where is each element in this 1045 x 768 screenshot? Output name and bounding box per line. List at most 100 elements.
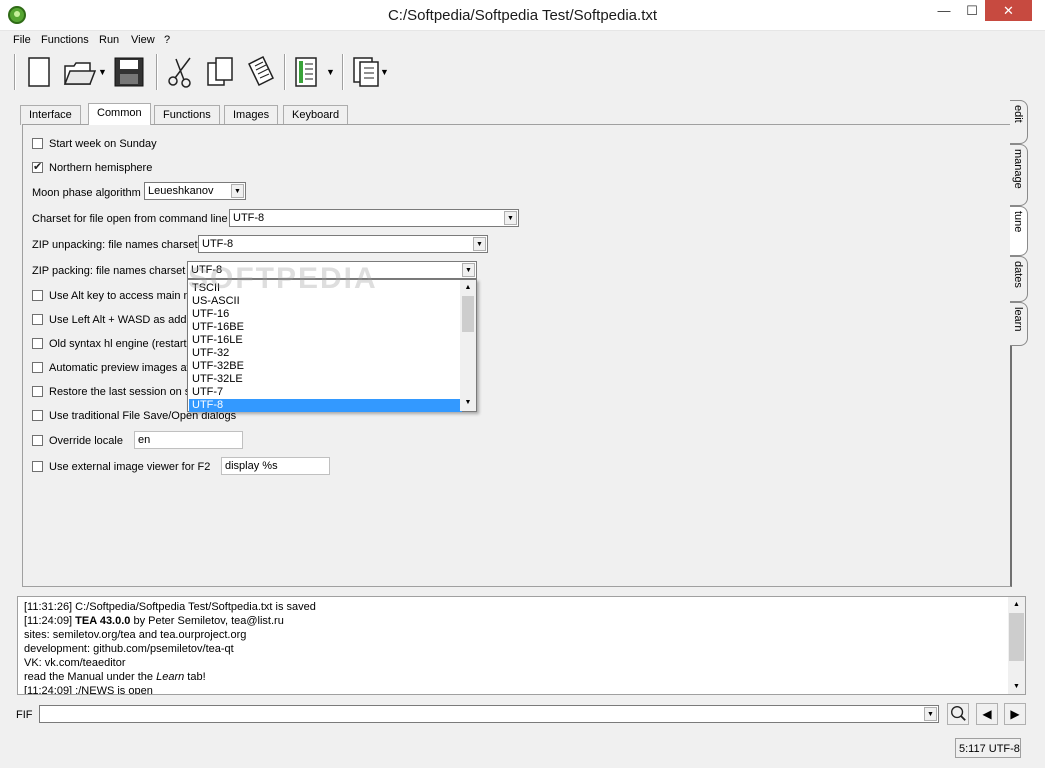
document-dropdown-arrow-icon[interactable]: ▼ (326, 67, 335, 77)
documents-list-button[interactable] (350, 54, 384, 90)
tab-functions[interactable]: Functions (154, 105, 220, 125)
status-position-charset: 5:117 UTF-8 (955, 738, 1021, 758)
log-line: development: github.com/psemiletov/tea-q… (24, 643, 234, 655)
fif-label: FIF (16, 709, 33, 721)
traditional-dialogs-checkbox[interactable] (32, 410, 43, 421)
open-folder-icon (63, 62, 97, 85)
dropdown-item-utf-32be[interactable]: UTF-32BE (189, 360, 462, 373)
chevron-down-icon[interactable]: ▼ (924, 707, 937, 721)
new-file-button[interactable] (22, 54, 56, 90)
menu-file[interactable]: File (13, 34, 31, 46)
scroll-down-icon[interactable]: ▼ (1009, 679, 1024, 694)
open-dropdown-arrow-icon[interactable]: ▼ (98, 67, 107, 77)
menu-run[interactable]: Run (99, 34, 119, 46)
dropdown-item-utf-8[interactable]: UTF-8 (189, 399, 462, 412)
documents-dropdown-arrow-icon[interactable]: ▼ (380, 67, 389, 77)
floppy-disk-icon (114, 57, 144, 87)
chevron-down-icon[interactable]: ▼ (504, 211, 517, 225)
restore-session-checkbox[interactable] (32, 386, 43, 397)
dropdown-item-us-ascii[interactable]: US-ASCII (189, 295, 462, 308)
dropdown-item-utf-16be[interactable]: UTF-16BE (189, 321, 462, 334)
dropdown-item-utf-16[interactable]: UTF-16 (189, 308, 462, 321)
external-viewer-input[interactable]: display %s (221, 457, 330, 475)
northern-hemisphere-checkbox[interactable] (32, 160, 43, 173)
dropdown-item-utf-32le[interactable]: UTF-32LE (189, 373, 462, 386)
left-alt-wasd-checkbox[interactable] (32, 314, 43, 325)
side-tab-tune[interactable]: tune (1010, 206, 1028, 256)
tab-keyboard[interactable]: Keyboard (283, 105, 349, 125)
paste-button[interactable] (243, 54, 277, 90)
moon-phase-label: Moon phase algorithm (32, 187, 141, 199)
close-button[interactable]: ✕ (985, 0, 1032, 21)
override-locale-checkbox[interactable] (32, 435, 43, 446)
alt-key-menu-checkbox[interactable] (32, 290, 43, 301)
menu-functions[interactable]: Functions (41, 34, 89, 46)
dropdown-scrollbar[interactable]: ▲ ▼ (460, 280, 476, 411)
side-tab-edit[interactable]: edit (1010, 100, 1028, 144)
side-tab-dates-label: dates (1012, 261, 1024, 288)
charset-dropdown-list[interactable]: TSCII US-ASCII UTF-16 UTF-16BE UTF-16LE … (187, 279, 477, 412)
log-line: [11:31:26] C:/Softpedia/Softpedia Test/S… (24, 601, 316, 613)
find-next-button[interactable]: ▶ (1004, 703, 1026, 725)
copy-icon (207, 57, 233, 86)
start-week-sunday-checkbox[interactable] (32, 138, 43, 149)
side-tab-manage[interactable]: manage (1010, 144, 1028, 206)
charset-cmdline-value: UTF-8 (233, 212, 265, 224)
scroll-up-icon[interactable]: ▲ (1009, 597, 1024, 612)
scroll-up-icon[interactable]: ▲ (461, 281, 475, 295)
save-file-button[interactable] (112, 54, 146, 90)
menu-view[interactable]: View (131, 34, 155, 46)
scroll-thumb[interactable] (462, 296, 474, 332)
cut-button[interactable] (164, 54, 198, 90)
find-previous-button[interactable]: ◀ (976, 703, 998, 725)
window-title: C:/Softpedia/Softpedia Test/Softpedia.tx… (387, 7, 658, 24)
chevron-down-icon[interactable]: ▼ (231, 184, 244, 198)
log-scrollbar[interactable]: ▲ ▼ (1008, 597, 1025, 694)
side-tab-dates[interactable]: dates (1010, 256, 1028, 302)
fif-input[interactable]: ▼ (39, 705, 939, 723)
document-button[interactable] (290, 54, 324, 90)
log-area[interactable]: [11:31:26] C:/Softpedia/Softpedia Test/S… (17, 596, 1026, 695)
log-line: read the Manual under the Learn tab! (24, 671, 206, 683)
log-app-version: TEA 43.0.0 (75, 615, 131, 627)
auto-preview-label: Automatic preview images at (49, 362, 190, 374)
zip-unpacking-combo[interactable]: UTF-8 ▼ (198, 235, 488, 253)
chevron-down-icon[interactable]: ▼ (462, 263, 475, 277)
menu-help[interactable]: ? (164, 34, 170, 46)
dropdown-item-utf-16le[interactable]: UTF-16LE (189, 334, 462, 347)
paste-icon (248, 55, 274, 87)
side-tab-edit-label: edit (1012, 105, 1024, 123)
find-magnifier-icon (951, 706, 966, 721)
copy-button[interactable] (204, 54, 238, 90)
side-tab-tune-label: tune (1012, 211, 1024, 233)
auto-preview-checkbox[interactable] (32, 362, 43, 373)
dropdown-item-utf-7[interactable]: UTF-7 (189, 386, 462, 399)
locale-input[interactable]: en (134, 431, 243, 449)
dropdown-item-utf-32[interactable]: UTF-32 (189, 347, 462, 360)
tab-images[interactable]: Images (224, 105, 279, 125)
external-viewer-checkbox[interactable] (32, 461, 43, 472)
dropdown-item-tscii[interactable]: TSCII (189, 282, 462, 295)
log-time: [11:24:09] (24, 615, 76, 627)
side-tab-learn-label: learn (1012, 307, 1024, 332)
zip-unpacking-value: UTF-8 (202, 238, 234, 250)
moon-phase-combo[interactable]: Leueshkanov ▼ (144, 182, 246, 200)
chevron-down-icon[interactable]: ▼ (473, 237, 486, 251)
maximize-button[interactable]: ☐ (958, 0, 986, 21)
tab-interface[interactable]: Interface (20, 105, 81, 125)
scroll-down-icon[interactable]: ▼ (461, 396, 475, 410)
log-line: sites: semiletov.org/tea and tea.ourproj… (24, 629, 247, 641)
log-manual-tail: tab! (184, 671, 206, 683)
find-button[interactable] (947, 703, 969, 725)
tab-common[interactable]: Common (88, 103, 151, 125)
open-file-button[interactable] (62, 54, 97, 90)
scroll-thumb[interactable] (1009, 613, 1024, 661)
minimize-button[interactable]: — (930, 0, 958, 21)
toolbar: ▼ ▼ ▼ (0, 50, 1045, 94)
document-green-icon (295, 57, 317, 87)
charset-cmdline-combo[interactable]: UTF-8 ▼ (229, 209, 519, 227)
zip-packing-combo[interactable]: UTF-8 ▼ (187, 261, 477, 279)
zip-unpacking-label: ZIP unpacking: file names charset (32, 239, 198, 251)
old-syntax-checkbox[interactable] (32, 338, 43, 349)
side-tab-learn[interactable]: learn (1010, 302, 1028, 346)
